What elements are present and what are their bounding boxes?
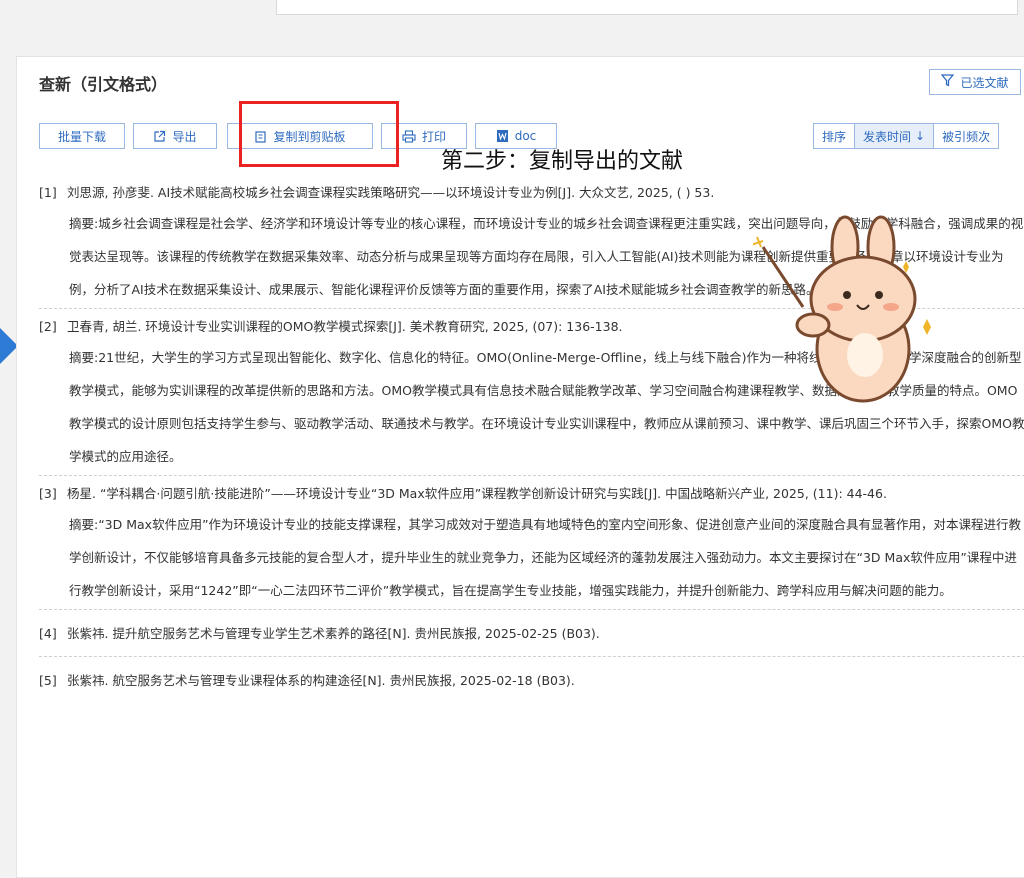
- reference-item: [4] 张紫祎. 提升航空服务艺术与管理专业学生艺术素养的路径[N]. 贵州民族报…: [39, 610, 1024, 657]
- ref-citation[interactable]: 张紫祎. 提升航空服务艺术与管理专业学生艺术素养的路径[N]. 贵州民族报, 2…: [67, 614, 1024, 654]
- export-icon: [153, 130, 166, 143]
- sort-controls: 排序 发表时间 ↓ 被引频次: [813, 123, 1000, 149]
- arrow-down-icon: ↓: [915, 129, 926, 143]
- ref-citation[interactable]: 杨星. “学科耦合·问题引航·技能进阶”——环境设计专业“3D Max软件应用”…: [67, 480, 1024, 508]
- batch-download-button[interactable]: 批量下载: [39, 123, 125, 149]
- highlight-box: [239, 101, 399, 167]
- results-panel: 查新（引文格式） 已选文献 批量下载 导出 复制到剪贴板 打印 doc 排序 发…: [16, 56, 1024, 878]
- top-search-bar[interactable]: [276, 0, 1018, 15]
- word-doc-icon: [496, 129, 509, 143]
- selected-docs-button[interactable]: 已选文献: [929, 69, 1021, 95]
- sort-by-cited-button[interactable]: 被引频次: [934, 124, 998, 148]
- ref-number: [2]: [39, 319, 57, 334]
- ref-number: [4]: [39, 626, 57, 641]
- ref-number: [5]: [39, 673, 57, 688]
- reference-item: [3] 杨星. “学科耦合·问题引航·技能进阶”——环境设计专业“3D Max软件…: [39, 476, 1024, 610]
- ref-citation[interactable]: 张紫祎. 航空服务艺术与管理专业课程体系的构建途径[N]. 贵州民族报, 202…: [67, 661, 1024, 701]
- bunny-mascot-icon: [753, 215, 931, 403]
- export-button[interactable]: 导出: [133, 123, 217, 149]
- ref-abstract: 摘要:“3D Max软件应用”作为环境设计专业的技能支撑课程，其学习成效对于塑造…: [69, 517, 1022, 598]
- printer-icon: [402, 129, 416, 143]
- step-annotation: 第二步：复制导出的文献: [441, 149, 684, 174]
- ref-number: [1]: [39, 185, 57, 200]
- reference-item: [5] 张紫祎. 航空服务艺术与管理专业课程体系的构建途径[N]. 贵州民族报, …: [39, 657, 1024, 703]
- filter-icon: [941, 74, 955, 90]
- panel-title: 查新（引文格式）: [39, 75, 168, 94]
- sort-by-pubtime-button[interactable]: 发表时间 ↓: [855, 124, 935, 148]
- ref-number: [3]: [39, 486, 57, 501]
- ref-citation[interactable]: 刘思源, 孙彦斐. AI技术赋能高校城乡社会调查课程实践策略研究——以环境设计专…: [67, 179, 1024, 207]
- sort-label: 排序: [814, 124, 856, 148]
